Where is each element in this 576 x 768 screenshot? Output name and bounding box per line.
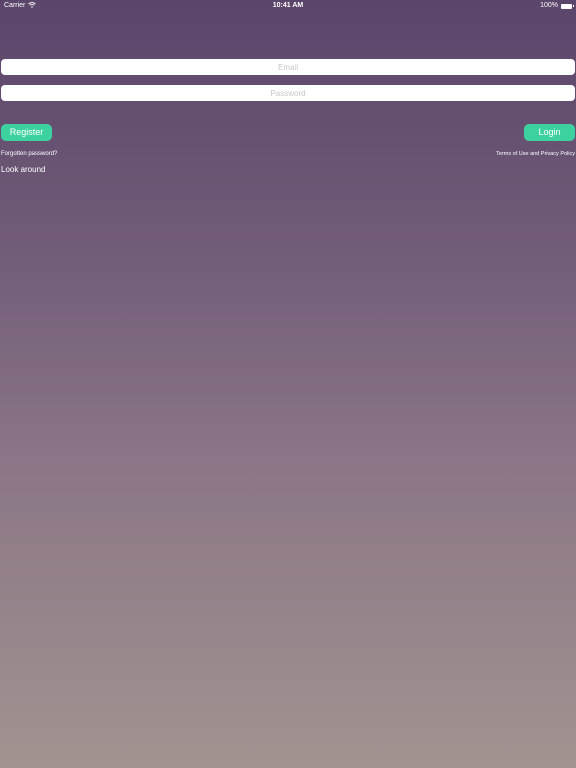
register-button[interactable]: Register [1,124,52,141]
status-bar: Carrier 10:41 AM 100% [0,0,576,12]
terms-privacy-link[interactable]: Terms of Use and Privacy Policy [496,150,575,158]
battery-icon [561,3,574,9]
look-around-link[interactable]: Look around [1,165,45,175]
battery-percent: 100% [540,2,558,9]
email-field[interactable] [1,59,575,75]
battery-indicator: 100% [540,0,574,12]
login-button[interactable]: Login [524,124,575,141]
password-field[interactable] [1,85,575,101]
status-time: 10:41 AM [272,2,304,9]
forgot-password-link[interactable]: Forgotten password? [1,150,57,158]
